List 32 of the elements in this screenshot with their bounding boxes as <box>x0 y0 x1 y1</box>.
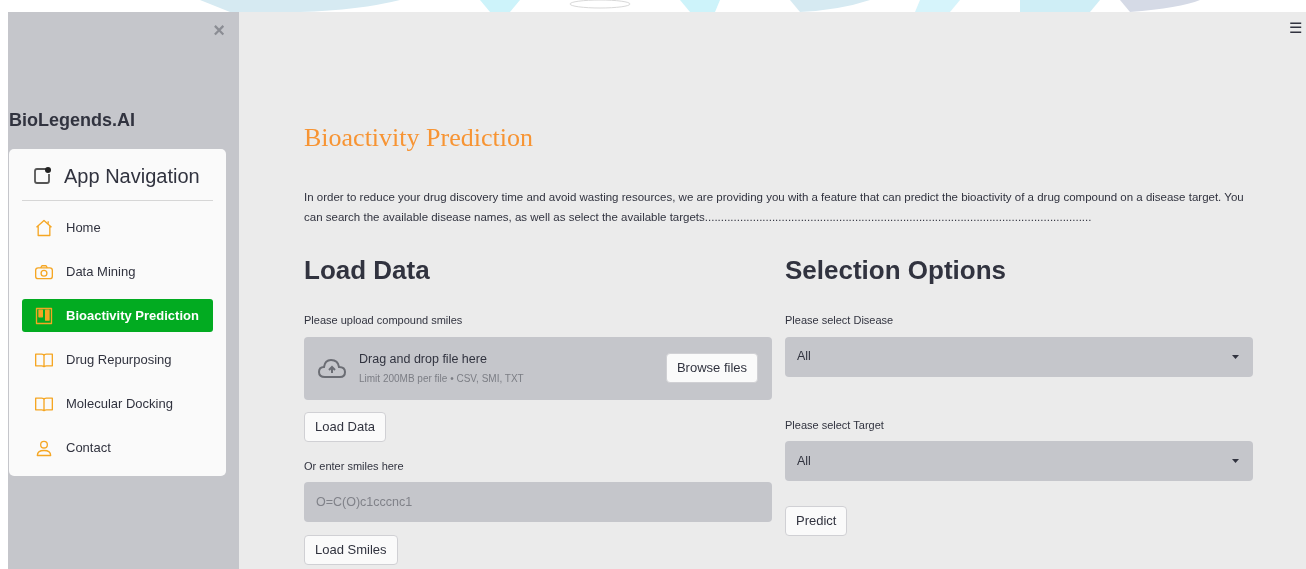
field-label: Please select Disease <box>785 313 895 328</box>
page-title: Bioactivity Prediction <box>304 122 534 154</box>
smiles-field[interactable]: O=C(O)c1cccnc1 <box>304 482 772 522</box>
cloud-upload-icon <box>317 357 347 379</box>
house-icon <box>34 217 54 238</box>
nav-item[interactable]: Drug Repurposing <box>22 343 213 376</box>
field-label: Please upload compound smiles <box>304 313 464 328</box>
select-dropdown[interactable]: All <box>785 336 1253 377</box>
field-label: Please select Target <box>785 417 885 433</box>
menu-button[interactable]: ☰ <box>1289 20 1302 35</box>
nav-item[interactable]: Data Mining <box>22 255 213 288</box>
caret-icon <box>1232 459 1239 463</box>
nav-item[interactable]: Contact <box>22 431 213 464</box>
field-label: Or enter smiles here <box>304 458 405 474</box>
nav-item[interactable]: Home <box>22 211 213 244</box>
brand-title: BioLegends.AI <box>9 109 136 132</box>
caret-icon <box>1232 354 1239 359</box>
board-icon <box>34 305 54 326</box>
nav-title: App Navigation <box>64 164 200 189</box>
browse-files-button[interactable]: Browse files <box>665 353 758 383</box>
section-heading: Load Data <box>304 254 431 287</box>
section-heading: Selection Options <box>785 254 1008 287</box>
select-dropdown[interactable]: All <box>785 441 1253 481</box>
predict-button[interactable]: Predict <box>785 506 848 536</box>
dropzone-title: Drag and drop file here <box>359 350 488 368</box>
dropzone-hint: Limit 200MB per file • CSV, SMI, TXT <box>359 372 525 387</box>
load-data-button[interactable]: Load Data <box>304 411 386 442</box>
load-smiles-button[interactable]: Load Smiles <box>304 535 398 565</box>
file-dropzone[interactable]: Drag and drop file here Limit 200MB per file • CSV, SMI, TXT Browse files <box>304 336 772 400</box>
intro-text: In order to reduce your drug discovery time and avoid wasting resources, we are providing you with a feature that can predict the bioactivity of a drug compound on a disease target. You can search the available disease names, as well as select the available targets......................................................................................................................... <box>304 190 1245 225</box>
app-icon <box>32 166 52 186</box>
nav-item[interactable]: Molecular Docking <box>22 387 213 420</box>
